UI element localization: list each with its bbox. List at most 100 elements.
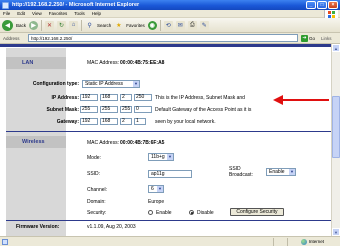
wireless-mac-label: MAC Address: — [87, 140, 119, 146]
ip-octet-2[interactable]: 168 — [100, 94, 118, 101]
menu-bar: File Edit View Favorites Tools Help — [0, 10, 340, 18]
internet-globe-icon — [300, 238, 307, 245]
domain-label: Domain: — [87, 199, 106, 205]
toolbar-divider — [41, 19, 43, 31]
ssid-broadcast-select[interactable]: Enable ▼ — [266, 168, 296, 176]
subnet-octet-4[interactable]: 0 — [134, 106, 152, 113]
ip-octet-1[interactable]: 192 — [80, 94, 98, 101]
refresh-icon[interactable]: ↻ — [57, 20, 67, 30]
forward-arrow-icon[interactable]: ▶ — [29, 20, 39, 30]
channel-value: 6 — [151, 186, 154, 192]
security-disable-radio[interactable] — [189, 210, 194, 215]
scroll-down-icon[interactable]: ▼ — [332, 228, 340, 236]
vertical-scrollbar[interactable]: ▲ ▼ — [331, 44, 340, 236]
scroll-up-icon[interactable]: ▲ — [332, 44, 340, 52]
ip-note: This is the IP Address, Subnet Mask and — [155, 95, 245, 101]
chevron-down-icon: ▼ — [133, 81, 139, 87]
go-button[interactable]: ➜ Go — [301, 34, 316, 42]
security-disable-label[interactable]: Disable — [197, 210, 214, 216]
security-enable-label[interactable]: Enable — [156, 210, 172, 216]
mode-label: Mode: — [87, 155, 101, 161]
ssid-input[interactable]: ap11g — [148, 170, 192, 178]
ip-octet-3[interactable]: 2 — [120, 94, 132, 101]
back-arrow-icon[interactable]: ◀ — [2, 19, 13, 31]
mail-icon[interactable]: ✉ — [175, 20, 185, 30]
subnet-note: Default Gateway of the Access Point as i… — [155, 107, 252, 113]
gateway-octet-3[interactable]: 2 — [120, 118, 132, 125]
security-zone: Internet — [272, 237, 324, 246]
address-input[interactable]: http://192.168.2.250/ — [28, 34, 298, 42]
address-label: Address — [3, 35, 20, 41]
subnet-octet-2[interactable]: 255 — [100, 106, 118, 113]
links-label[interactable]: Links — [321, 36, 332, 41]
ip-octet-4[interactable]: 250 — [134, 94, 152, 101]
mode-select[interactable]: 11b+g ▼ — [148, 153, 174, 161]
search-label[interactable]: Search — [97, 23, 111, 28]
title-bar: http://192.168.2.250/ - Microsoft Intern… — [0, 0, 340, 10]
section-divider — [6, 220, 331, 221]
config-type-select[interactable]: Static IP Address ▼ — [82, 80, 140, 88]
subnet-octet-3[interactable]: 255 — [120, 106, 132, 113]
maximize-button[interactable]: □ — [317, 1, 327, 9]
gateway-octet-4[interactable]: 1 — [134, 118, 146, 125]
close-button[interactable]: × — [328, 1, 338, 9]
go-label: Go — [309, 35, 316, 41]
toolbar-divider — [81, 19, 83, 31]
section-divider — [6, 131, 331, 132]
security-enable-radio[interactable] — [148, 210, 153, 215]
lan-mac-label: MAC Address: — [87, 60, 119, 66]
search-icon[interactable]: ⚲ — [85, 21, 94, 30]
toolbar: ◀ Back ▶ ✕ ↻ ⌂ ⚲ Search ★ Favorites ◉ ⟲ … — [0, 18, 340, 33]
scroll-thumb[interactable] — [332, 96, 340, 158]
media-icon[interactable]: ◉ — [147, 20, 157, 30]
back-label[interactable]: Back — [16, 23, 26, 28]
menu-view[interactable]: View — [32, 11, 42, 16]
security-label: Security: — [87, 210, 107, 216]
minimize-button[interactable]: _ — [306, 1, 316, 9]
ssid-broadcast-value: Enable — [269, 169, 285, 175]
lan-section-title: LAN — [6, 57, 66, 69]
menu-file[interactable]: File — [3, 11, 10, 16]
windows-logo-icon — [324, 10, 338, 18]
lan-mac-value: 00:00:4B:75:EE:A8 — [120, 60, 165, 66]
subnet-mask-label: Subnet Mask: — [46, 107, 79, 113]
gateway-label: Gateway: — [56, 119, 79, 125]
menu-favorites[interactable]: Favorites — [49, 11, 68, 16]
menu-help[interactable]: Help — [92, 11, 101, 16]
page-done-icon — [2, 238, 8, 245]
mode-value: 11b+g — [151, 154, 165, 160]
annotation-arrow-icon — [273, 95, 283, 105]
stop-icon[interactable]: ✕ — [45, 20, 55, 30]
history-icon[interactable]: ⟲ — [163, 20, 173, 30]
channel-select[interactable]: 6 ▼ — [148, 185, 164, 193]
configure-security-button[interactable]: Configure Security — [230, 208, 284, 216]
favorites-label[interactable]: Favorites — [126, 23, 145, 28]
menu-edit[interactable]: Edit — [17, 11, 25, 16]
window-controls: _ □ × — [306, 1, 338, 9]
ip-address-label: IP Address: — [51, 95, 79, 101]
edit-icon[interactable]: ✎ — [199, 20, 209, 30]
favorites-star-icon[interactable]: ★ — [114, 21, 123, 30]
config-type-value: Static IP Address — [85, 81, 123, 87]
go-arrow-icon: ➜ — [301, 34, 308, 42]
ie-icon — [2, 1, 9, 9]
home-icon[interactable]: ⌂ — [69, 20, 79, 30]
gateway-octet-1[interactable]: 192 — [80, 118, 98, 125]
print-icon[interactable]: ⎙ — [187, 20, 197, 30]
status-bar: Internet — [0, 236, 340, 246]
wireless-section-title: Wireless — [6, 136, 66, 148]
config-type-label: Configuration type: — [32, 81, 79, 87]
header-band — [0, 44, 331, 47]
window-title: http://192.168.2.250/ - Microsoft Intern… — [12, 2, 140, 8]
channel-label: Channel: — [87, 187, 108, 193]
ssid-broadcast-label: SSID Broadcast: — [229, 166, 253, 178]
address-bar: Address http://192.168.2.250/ ➜ Go Links — [0, 33, 340, 44]
gateway-note: seen by your local network. — [155, 119, 216, 125]
menu-tools[interactable]: Tools — [74, 11, 85, 16]
toolbar-divider — [159, 19, 161, 31]
subnet-octet-1[interactable]: 255 — [80, 106, 98, 113]
gateway-octet-2[interactable]: 168 — [100, 118, 118, 125]
chevron-down-icon: ▼ — [157, 186, 163, 192]
zone-label: Internet — [308, 239, 324, 244]
chevron-down-icon: ▼ — [289, 169, 295, 175]
